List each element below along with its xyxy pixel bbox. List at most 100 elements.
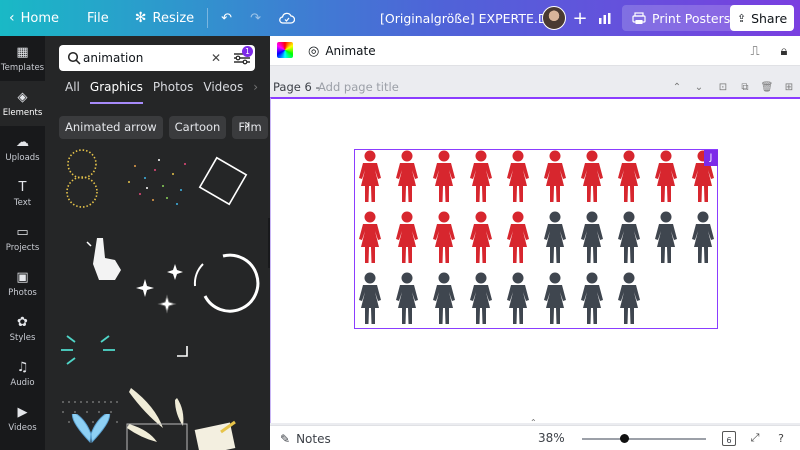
graphic-result-swoosh-circle[interactable] [193, 253, 260, 313]
uploads-icon: ☁ [16, 134, 29, 150]
graphic-result-sparkle-rings[interactable] [66, 149, 98, 208]
notes-button[interactable]: ✎ Notes [280, 426, 331, 450]
color-picker-swatch[interactable] [277, 42, 293, 58]
person-figure-gray [507, 272, 529, 324]
paint-format-button[interactable]: ⎍ [746, 42, 764, 60]
rail-item-templates[interactable]: ▦ Templates [0, 36, 45, 81]
graphic-result-square-outline[interactable] [198, 156, 248, 206]
person-figure-red [655, 150, 677, 202]
graphic-result-butterfly[interactable] [71, 414, 111, 444]
undo-icon: ↶ [221, 10, 233, 26]
share-icon: ⇪ [736, 11, 747, 25]
person-figure-red [359, 211, 381, 263]
graphic-result-corner-bracket[interactable] [177, 346, 188, 357]
rail-item-projects[interactable]: ▭ Projects [0, 216, 45, 261]
redo-button[interactable]: ↷ [241, 0, 270, 36]
person-figure-gray [655, 211, 677, 263]
search-input[interactable]: animation [83, 51, 207, 65]
file-menu-button[interactable]: File [78, 0, 118, 36]
page-title-input[interactable]: Add page title [318, 80, 399, 94]
rail-item-videos[interactable]: ▶ Videos [0, 396, 45, 441]
elements-icon: ◈ [17, 89, 28, 105]
person-figure-red [470, 211, 492, 263]
videos-icon: ▶ [17, 404, 28, 420]
fullscreen-icon[interactable]: ⤢ [748, 431, 762, 445]
notes-label: Notes [296, 431, 331, 446]
person-figure-gray [396, 272, 418, 324]
delete-page-icon[interactable]: 🗑︎ [760, 80, 774, 94]
clear-search-icon[interactable]: ✕ [207, 51, 225, 65]
insights-button[interactable] [592, 6, 618, 30]
person-figure-gray [433, 272, 455, 324]
chip-animated-arrow[interactable]: Animated arrow [59, 116, 163, 139]
person-figure-red [470, 150, 492, 202]
lock-page-icon[interactable]: ⊡ [716, 80, 730, 94]
elements-panel: animation ✕ 1 All Graphics Photos Videos… [45, 36, 270, 450]
editor-toolbar: ◎ Animate ⎍ 🔒︎ [270, 36, 800, 66]
undo-button[interactable]: ↶ [212, 0, 241, 36]
home-button[interactable]: ‹ Home [0, 0, 68, 36]
duplicate-page-icon[interactable]: ⧉ [738, 80, 752, 94]
document-title[interactable]: [Originalgröße] EXPERTE.DE [380, 0, 555, 36]
rail-item-text[interactable]: T Text [0, 171, 45, 216]
page-header: Page 6 - Add page title ⌃ ⌄ ⊡ ⧉ 🗑︎ ⊞ [270, 76, 800, 96]
chevron-down-icon[interactable]: ⌄ [692, 80, 706, 94]
tab-videos[interactable]: Videos [203, 80, 243, 104]
home-label: Home [20, 10, 59, 26]
sparkle-icon: ✻ [134, 10, 147, 26]
text-icon: T [18, 179, 27, 195]
tab-all[interactable]: All [65, 80, 80, 104]
add-collaborator-button[interactable]: + [568, 6, 592, 30]
rail-label: Text [13, 197, 32, 208]
print-posters-label: Print Posters [652, 10, 731, 26]
rail-item-photos[interactable]: ▣ Photos [0, 261, 45, 306]
audio-icon: ♫ [16, 359, 29, 375]
animate-icon: ◎ [308, 43, 320, 59]
avatar[interactable] [542, 6, 566, 30]
people-figure-grid[interactable] [355, 150, 717, 328]
graphic-result-confetti[interactable] [128, 159, 186, 205]
page-count-button[interactable]: 6 [722, 431, 736, 446]
person-figure-red [581, 150, 603, 202]
graphic-result-film-frame[interactable] [126, 423, 188, 450]
person-figure-gray [470, 272, 492, 324]
rail-item-audio[interactable]: ♫ Audio [0, 351, 45, 396]
help-icon[interactable]: ? [774, 431, 788, 445]
animate-button[interactable]: ◎ Animate [308, 36, 376, 66]
graphic-result-stars[interactable] [136, 264, 183, 314]
person-figure-red [433, 211, 455, 263]
graphic-result-hand-tap[interactable] [86, 238, 121, 280]
zoom-slider[interactable] [582, 438, 706, 440]
paint-roller-icon: ⎍ [750, 43, 760, 59]
chip-cartoon[interactable]: Cartoon [168, 116, 227, 139]
cloud-check-icon [279, 12, 295, 24]
chevron-up-icon[interactable]: ⌃ [670, 80, 684, 94]
graphic-result-burst-lines[interactable] [61, 335, 115, 365]
rail-item-elements[interactable]: ◈ Elements [0, 81, 45, 126]
graphic-result-notepad-pencil[interactable] [194, 420, 236, 450]
rail-item-uploads[interactable]: ☁ Uploads [0, 126, 45, 171]
search-box[interactable]: animation ✕ [59, 45, 255, 71]
suggestion-chips: Animated arrow Cartoon Film [59, 116, 270, 139]
share-label: Share [751, 10, 788, 26]
rail-label: Projects [5, 242, 40, 253]
chips-next-chevron-icon[interactable]: › [245, 118, 250, 133]
rail-label: Styles [9, 332, 36, 343]
person-figure-gray [618, 272, 640, 324]
lock-button[interactable]: 🔒︎ [775, 42, 793, 60]
tab-graphics[interactable]: Graphics [89, 80, 143, 104]
animate-label: Animate [325, 44, 376, 58]
rail-label: Templates [0, 62, 45, 73]
add-page-icon[interactable]: ⊞ [782, 80, 796, 94]
cloud-save-button[interactable] [270, 0, 304, 36]
resize-button[interactable]: ✻ Resize [126, 0, 203, 36]
share-button[interactable]: ⇪ Share [730, 5, 794, 31]
rail-item-styles[interactable]: ✿ Styles [0, 306, 45, 351]
zoom-slider-handle[interactable] [620, 434, 629, 443]
print-posters-button[interactable]: Print Posters [622, 5, 741, 31]
graphics-results-grid [61, 149, 260, 442]
person-figure-gray [581, 272, 603, 324]
tab-photos[interactable]: Photos [153, 80, 193, 104]
tabs-more-chevron-icon[interactable]: › [253, 80, 258, 104]
person-figure-red [433, 150, 455, 202]
